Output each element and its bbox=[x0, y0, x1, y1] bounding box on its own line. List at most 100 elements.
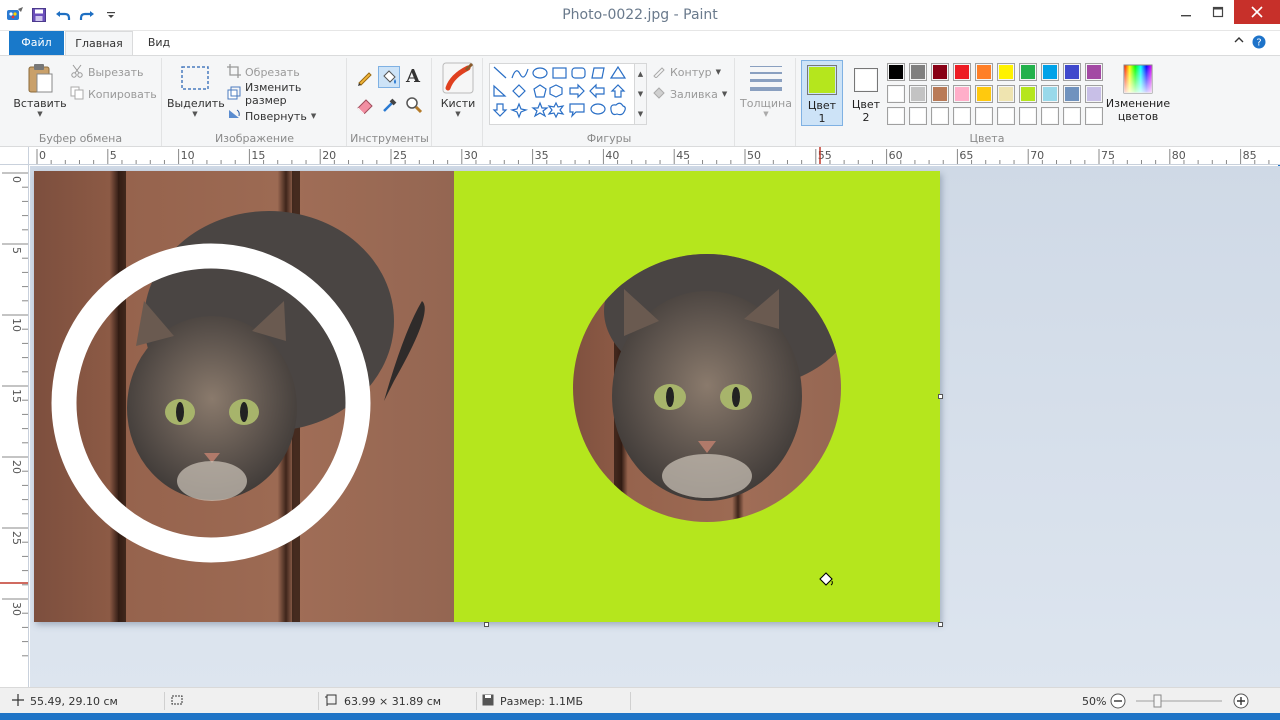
palette-swatch[interactable] bbox=[997, 63, 1015, 81]
maximize-button[interactable] bbox=[1202, 0, 1234, 24]
outline-dropdown-icon[interactable]: ▼ bbox=[716, 68, 721, 76]
palette-swatch[interactable] bbox=[887, 63, 905, 81]
hexagon-shape-icon bbox=[549, 84, 563, 98]
zoom-out-button[interactable] bbox=[1110, 688, 1126, 714]
color1-label: Цвет bbox=[807, 99, 837, 112]
palette-swatch[interactable] bbox=[887, 85, 905, 103]
resize-label: Изменить размер bbox=[245, 81, 302, 107]
palette-swatch[interactable] bbox=[953, 63, 971, 81]
palette-swatch[interactable] bbox=[1041, 107, 1059, 125]
tab-home[interactable]: Главная bbox=[65, 31, 133, 55]
size-dropdown-icon[interactable]: ▼ bbox=[738, 110, 794, 118]
curve-shape-icon bbox=[511, 68, 529, 79]
brushes-label: Кисти bbox=[440, 97, 476, 110]
fill-tool[interactable] bbox=[378, 66, 400, 88]
drawing-canvas[interactable] bbox=[34, 171, 940, 622]
palette-swatch[interactable] bbox=[975, 63, 993, 81]
ruler-tick-label: 0 bbox=[39, 149, 46, 162]
palette-swatch[interactable] bbox=[909, 63, 927, 81]
color1-swatch bbox=[807, 65, 837, 95]
minimize-button[interactable] bbox=[1170, 0, 1202, 24]
collapse-ribbon-icon[interactable] bbox=[1234, 35, 1244, 52]
palette-swatch[interactable] bbox=[975, 107, 993, 125]
palette-swatch[interactable] bbox=[953, 85, 971, 103]
resize-icon bbox=[227, 86, 241, 103]
palette-swatch[interactable] bbox=[1063, 63, 1081, 81]
canvas-image bbox=[34, 171, 940, 622]
size-button[interactable]: Толщина ▼ bbox=[738, 62, 794, 118]
color2-button[interactable]: Цвет 2 bbox=[846, 60, 886, 126]
ruler-tick-label: 15 bbox=[10, 389, 23, 403]
zoom-slider[interactable] bbox=[1136, 688, 1224, 714]
eraser-tool[interactable] bbox=[356, 96, 374, 117]
color-picker-tool[interactable] bbox=[381, 96, 399, 117]
ruler-corner bbox=[0, 147, 29, 165]
resize-handle-corner[interactable] bbox=[938, 622, 943, 627]
cut-button[interactable]: Вырезать bbox=[70, 62, 143, 82]
palette-swatch[interactable] bbox=[1085, 107, 1103, 125]
paste-dropdown-icon[interactable]: ▼ bbox=[12, 110, 68, 118]
palette-swatch[interactable] bbox=[1063, 85, 1081, 103]
zoom-in-button[interactable] bbox=[1233, 688, 1249, 714]
shape-fill-icon bbox=[652, 86, 666, 103]
palette-swatch[interactable] bbox=[997, 107, 1015, 125]
palette-swatch[interactable] bbox=[1085, 63, 1103, 81]
four-point-star-shape-icon bbox=[509, 102, 529, 119]
palette-swatch[interactable] bbox=[909, 107, 927, 125]
palette-swatch[interactable] bbox=[1019, 85, 1037, 103]
rotate-button[interactable]: Повернуть ▼ bbox=[227, 106, 316, 126]
resize-button[interactable]: Изменить размер bbox=[227, 81, 346, 107]
ruler-tick-label: 10 bbox=[10, 318, 23, 332]
brushes-dropdown-icon[interactable]: ▼ bbox=[437, 110, 479, 118]
palette-swatch[interactable] bbox=[997, 85, 1015, 103]
text-tool[interactable]: A bbox=[406, 66, 420, 87]
shapes-gallery-scroll[interactable]: ▲ ▼ ▼ bbox=[634, 63, 647, 125]
fill-dropdown-icon[interactable]: ▼ bbox=[722, 90, 727, 98]
color1-button[interactable]: Цвет 1 bbox=[801, 60, 843, 126]
crop-button[interactable]: Обрезать bbox=[227, 62, 300, 82]
edit-colors-button[interactable]: Изменение цветов bbox=[1105, 60, 1171, 123]
help-icon[interactable]: ? bbox=[1252, 35, 1266, 52]
tab-view[interactable]: Вид bbox=[139, 31, 179, 55]
colors-group: Цвет 1 Цвет 2 Изменение цветов Цвета bbox=[797, 58, 1177, 146]
palette-swatch[interactable] bbox=[953, 107, 971, 125]
ribbon-tabs: Файл Главная Вид ? bbox=[0, 31, 1280, 55]
ruler-tick-label: 85 bbox=[1243, 149, 1257, 162]
pencil-tool[interactable] bbox=[356, 68, 374, 89]
tab-file[interactable]: Файл bbox=[9, 31, 64, 55]
status-bar: 55.49, 29.10 см 63.99 × 31.89 см Размер:… bbox=[0, 687, 1280, 713]
outline-button[interactable]: Контур ▼ bbox=[652, 62, 721, 82]
image-size-icon bbox=[324, 694, 338, 709]
resize-handle-bottom[interactable] bbox=[484, 622, 489, 627]
palette-swatch[interactable] bbox=[887, 107, 905, 125]
rotate-dropdown-icon[interactable]: ▼ bbox=[311, 112, 316, 120]
palette-swatch[interactable] bbox=[931, 63, 949, 81]
palette-swatch[interactable] bbox=[931, 85, 949, 103]
vertical-ruler: 0 5 10 15 20 25 30 bbox=[0, 165, 29, 687]
copy-button[interactable]: Копировать bbox=[70, 84, 157, 104]
magnifier-tool[interactable] bbox=[405, 96, 423, 117]
brushes-button[interactable]: Кисти ▼ bbox=[437, 62, 479, 118]
select-dropdown-icon[interactable]: ▼ bbox=[167, 110, 223, 118]
palette-swatch[interactable] bbox=[1041, 85, 1059, 103]
palette-swatch[interactable] bbox=[1085, 85, 1103, 103]
palette-swatch[interactable] bbox=[909, 85, 927, 103]
line-thickness-icon bbox=[750, 62, 782, 94]
palette-swatch[interactable] bbox=[1063, 107, 1081, 125]
select-button[interactable]: Выделить ▼ bbox=[167, 62, 225, 118]
ruler-tick-label: 70 bbox=[1030, 149, 1044, 162]
palette-swatch[interactable] bbox=[975, 85, 993, 103]
paste-button[interactable]: Вставить ▼ bbox=[12, 62, 68, 118]
close-button[interactable] bbox=[1234, 0, 1280, 24]
up-arrow-shape-icon bbox=[610, 84, 626, 98]
palette-swatch[interactable] bbox=[1041, 63, 1059, 81]
palette-swatch[interactable] bbox=[931, 107, 949, 125]
ruler-tick-label: 60 bbox=[889, 149, 903, 162]
resize-handle-right[interactable] bbox=[938, 394, 943, 399]
shapes-gallery[interactable] bbox=[489, 63, 639, 125]
palette-swatch[interactable] bbox=[1019, 107, 1037, 125]
fill-button[interactable]: Заливка ▼ bbox=[652, 84, 727, 104]
outline-icon bbox=[652, 64, 666, 81]
palette-swatch[interactable] bbox=[1019, 63, 1037, 81]
shapes-group-label: Фигуры bbox=[586, 132, 632, 145]
